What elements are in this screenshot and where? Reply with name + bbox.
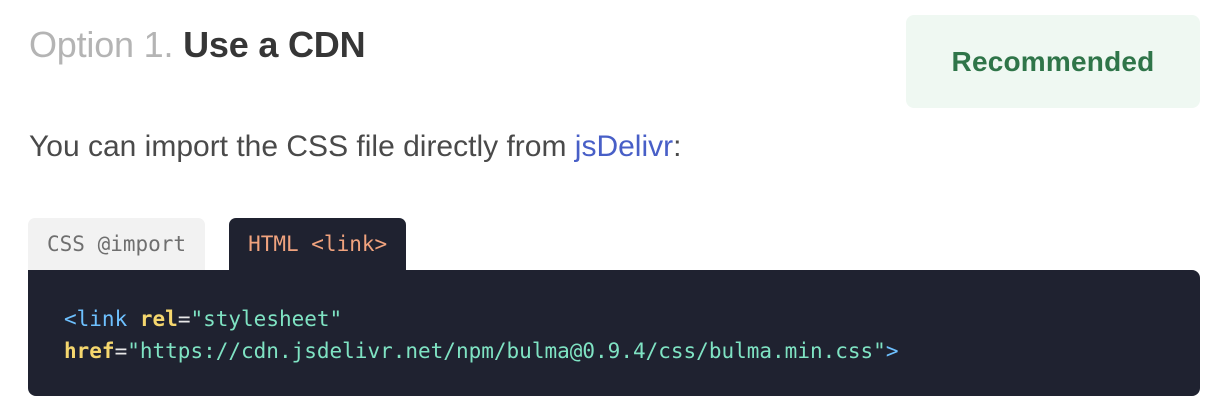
code-equals: =	[177, 307, 191, 331]
heading-prefix: Option 1.	[29, 24, 174, 65]
heading-title: Use a CDN	[183, 24, 366, 65]
section-heading: Option 1. Use a CDN	[29, 22, 366, 68]
code-attr-href: href	[64, 339, 115, 363]
code-line-2: href="https://cdn.jsdelivr.net/npm/bulma…	[64, 335, 1164, 367]
code-value-rel: "stylesheet"	[190, 307, 343, 331]
code-snippet: <link rel="stylesheet" href="https://cdn.…	[28, 270, 1200, 396]
code-value-href: "https://cdn.jsdelivr.net/npm/bulma@0.9.…	[127, 339, 886, 363]
tab-css-import[interactable]: CSS @import	[28, 218, 206, 270]
code-attr-rel: rel	[139, 307, 178, 331]
code-equals: =	[114, 339, 128, 363]
code-tag-close: >	[885, 339, 899, 363]
jsdelivr-link[interactable]: jsDelivr	[575, 130, 673, 163]
tab-html-link[interactable]: HTML <link>	[229, 218, 407, 270]
code-line-1: <link rel="stylesheet"	[64, 303, 1164, 335]
recommended-badge: Recommended	[906, 15, 1200, 108]
description-text: You can import the CSS file directly fro…	[29, 127, 681, 167]
description-prefix: You can import the CSS file directly fro…	[29, 130, 575, 163]
description-suffix: :	[673, 130, 682, 163]
code-tag-open: <link	[64, 307, 128, 331]
code-tabs: CSS @import HTML <link>	[28, 218, 407, 270]
